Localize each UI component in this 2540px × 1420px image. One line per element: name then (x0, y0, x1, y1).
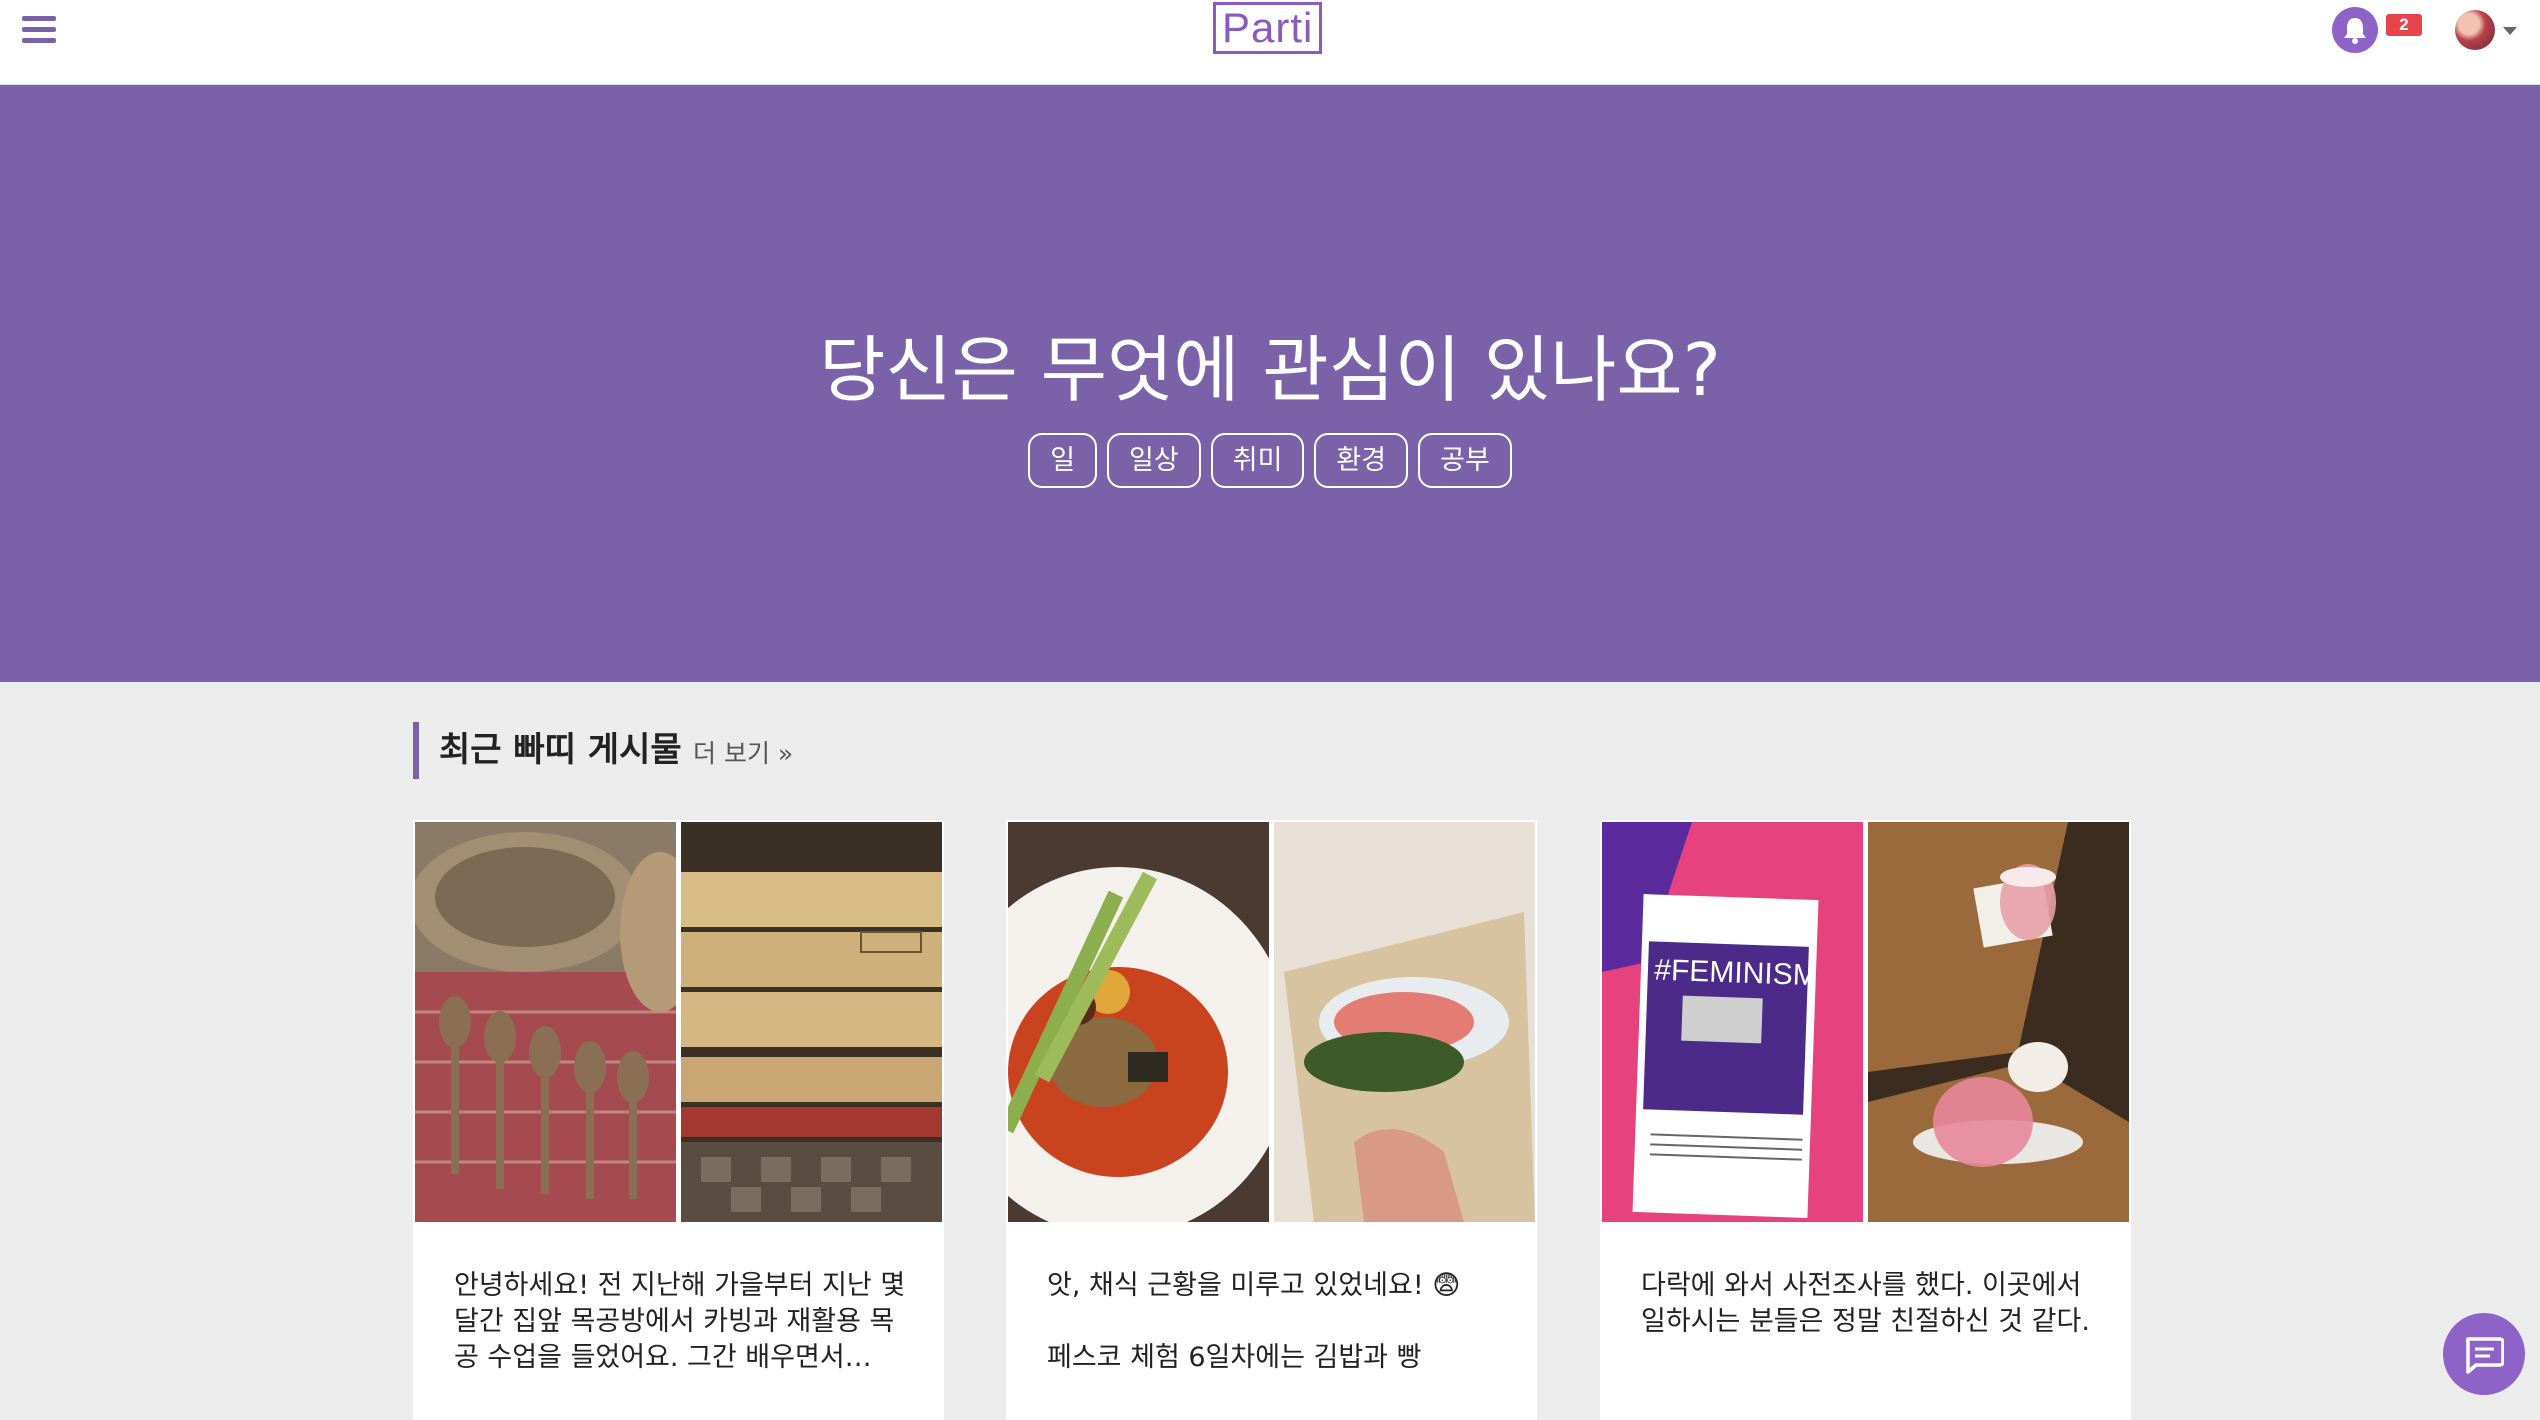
notification-count-badge: 2 (2386, 14, 2422, 36)
post-photo-wood-boards (681, 822, 942, 1222)
tag-button[interactable]: 공부 (1418, 433, 1512, 488)
post-photo-pita-sandwich (1274, 822, 1535, 1222)
post-card[interactable]: 안녕하세요! 전 지난해 가을부터 지난 몇달간 집앞 목공방에서 카빙과 재활… (413, 820, 944, 1420)
post-card[interactable]: 앗, 채식 근황을 미루고 있었네요! 😨 페스코 체험 6일차에는 김밥과 빵 (1006, 820, 1537, 1420)
post-card[interactable]: #FEMINISM 다락에 와서 사전조사를 했다. 이곳에서 일하시는 분들은… (1600, 820, 2131, 1420)
tag-button[interactable]: 일상 (1107, 433, 1201, 488)
caret-down-icon[interactable] (2503, 27, 2517, 35)
chat-button[interactable] (2443, 1313, 2525, 1395)
tag-button[interactable]: 취미 (1210, 433, 1305, 488)
tag-button[interactable]: 환경 (1314, 433, 1409, 488)
post-images (1008, 822, 1535, 1222)
hero-title: 당신은 무엇에 관심이 있나요? (819, 328, 1721, 412)
tag-button[interactable]: 일 (1028, 433, 1098, 488)
bell-icon (2344, 18, 2366, 44)
post-photo-carved-spoons (415, 822, 676, 1222)
post-images: #FEMINISM (1602, 822, 2129, 1222)
notification-bell-button[interactable] (2332, 7, 2378, 53)
top-navigation-bar: Parti 2 (0, 0, 2540, 85)
interest-hero-banner: 당신은 무엇에 관심이 있나요? 일 일상 취미 환경 공부 (0, 85, 2540, 682)
post-images (415, 822, 942, 1222)
interest-tag-list: 일 일상 취미 환경 공부 (0, 433, 2540, 488)
user-avatar[interactable] (2455, 10, 2495, 50)
menu-icon[interactable] (22, 16, 56, 44)
post-photo-feminism-poster: #FEMINISM (1602, 822, 1863, 1222)
chat-icon (2465, 1337, 2504, 1374)
section-title: 최근 빠띠 게시물 (439, 730, 682, 770)
post-photo-asparagus-dish (1008, 822, 1269, 1222)
svg-text:#FEMINISM: #FEMINISM (1654, 954, 1818, 993)
post-excerpt: 다락에 와서 사전조사를 했다. 이곳에서 일하시는 분들은 정말 친절하신 것… (1641, 1270, 2090, 1337)
post-excerpt: 안녕하세요! 전 지난해 가을부터 지난 몇달간 집앞 목공방에서 카빙과 재활… (454, 1270, 906, 1373)
post-photo-cafe-drinks (1868, 822, 2129, 1222)
post-excerpt: 앗, 채식 근황을 미루고 있었네요! 😨 페스코 체험 6일차에는 김밥과 빵 (1047, 1270, 1461, 1373)
see-more-link[interactable]: 더 보기 » (693, 739, 793, 769)
parti-logo[interactable]: Parti (1213, 2, 1323, 54)
recent-posts-header: 최근 빠띠 게시물 더 보기 » (413, 722, 793, 779)
